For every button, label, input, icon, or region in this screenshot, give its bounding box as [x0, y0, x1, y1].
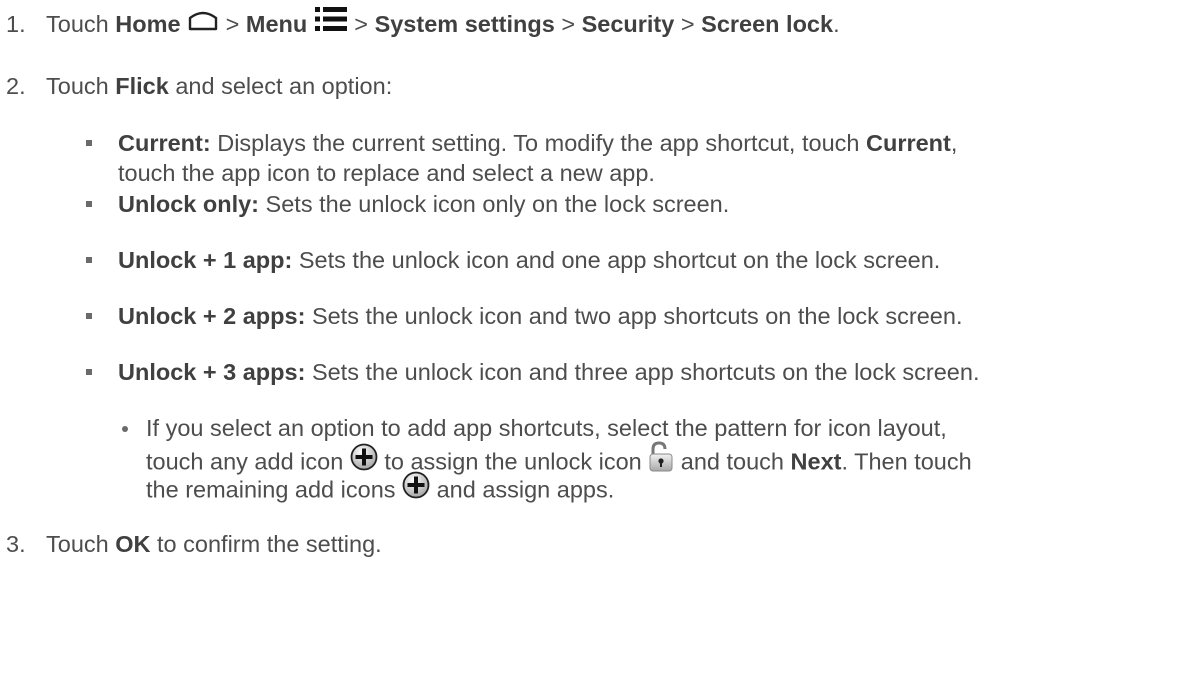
step-number: 2.	[6, 73, 26, 99]
square-bullet	[86, 313, 92, 319]
option-current-line-1: Current: Displays the current setting. T…	[118, 128, 957, 158]
step-verb: Touch	[46, 531, 109, 557]
separator: >	[225, 11, 240, 37]
step-number: 1.	[6, 11, 26, 37]
comma: ,	[950, 130, 958, 156]
unlock-icon	[648, 441, 674, 480]
menu-icon	[314, 6, 348, 39]
security-label: Security	[581, 11, 675, 37]
note-text: touch any add icon	[146, 448, 344, 475]
separator: >	[680, 11, 695, 37]
step-verb: Touch	[46, 73, 109, 99]
step-verb: Touch	[46, 11, 109, 37]
note-text: and touch	[680, 448, 785, 475]
option-term: Unlock + 2 apps:	[118, 303, 306, 329]
flick-label: Flick	[115, 73, 169, 99]
document-page: 1. Touch Home > Menu > System settings >…	[0, 0, 1204, 700]
add-icon	[350, 443, 378, 478]
square-bullet	[86, 201, 92, 207]
option-term: Current	[866, 130, 951, 156]
step-text: Touch OK to confirm the setting.	[46, 529, 382, 559]
square-bullet	[86, 140, 92, 146]
next-label: Next	[790, 448, 842, 475]
note-text: and assign apps.	[436, 476, 615, 503]
step-rest: to confirm the setting.	[157, 531, 382, 557]
note-text: the remaining add icons	[146, 476, 396, 503]
option-text: touch the app icon to replace and select…	[118, 160, 655, 186]
step-text: Touch Home > Menu > System settings > Se…	[46, 6, 840, 42]
period: .	[833, 11, 840, 37]
option-unlock-only: Unlock only: Sets the unlock icon only o…	[118, 189, 729, 219]
option-unlock-3-apps: Unlock + 3 apps: Sets the unlock icon an…	[118, 357, 979, 387]
option-text: Displays the current setting. To modify …	[217, 130, 860, 156]
square-bullet	[86, 369, 92, 375]
step-text: Touch Flick and select an option:	[46, 71, 392, 101]
note-line-3: the remaining add icons and assign apps.	[146, 471, 615, 509]
separator: >	[354, 11, 369, 37]
add-icon	[402, 471, 430, 506]
option-text: Sets the unlock icon and three app short…	[311, 359, 980, 385]
option-text: Sets the unlock icon only on the lock sc…	[265, 191, 730, 217]
ok-label: OK	[115, 531, 151, 557]
option-term: Current:	[118, 130, 211, 156]
system-settings-label: System settings	[374, 11, 555, 37]
option-current-line-2: touch the app icon to replace and select…	[118, 158, 655, 188]
option-unlock-2-apps: Unlock + 2 apps: Sets the unlock icon an…	[118, 301, 962, 331]
option-unlock-1-app: Unlock + 1 app: Sets the unlock icon and…	[118, 245, 940, 275]
option-term: Unlock + 1 app:	[118, 247, 293, 273]
option-term: Unlock only:	[118, 191, 260, 217]
square-bullet	[86, 257, 92, 263]
home-label: Home	[115, 11, 181, 37]
option-text: Sets the unlock icon and two app shortcu…	[311, 303, 963, 329]
round-bullet	[122, 426, 128, 432]
menu-label: Menu	[245, 11, 308, 37]
screen-lock-label: Screen lock	[701, 11, 834, 37]
step-rest: and select an option:	[175, 73, 393, 99]
option-text: Sets the unlock icon and one app shortcu…	[298, 247, 941, 273]
note-line-1: If you select an option to add app short…	[146, 413, 947, 443]
home-icon	[187, 8, 219, 38]
step-number: 3.	[6, 531, 26, 557]
separator: >	[561, 11, 576, 37]
option-term: Unlock + 3 apps:	[118, 359, 306, 385]
note-text: . Then touch	[841, 448, 972, 475]
note-text: If you select an option to add app short…	[146, 415, 947, 441]
